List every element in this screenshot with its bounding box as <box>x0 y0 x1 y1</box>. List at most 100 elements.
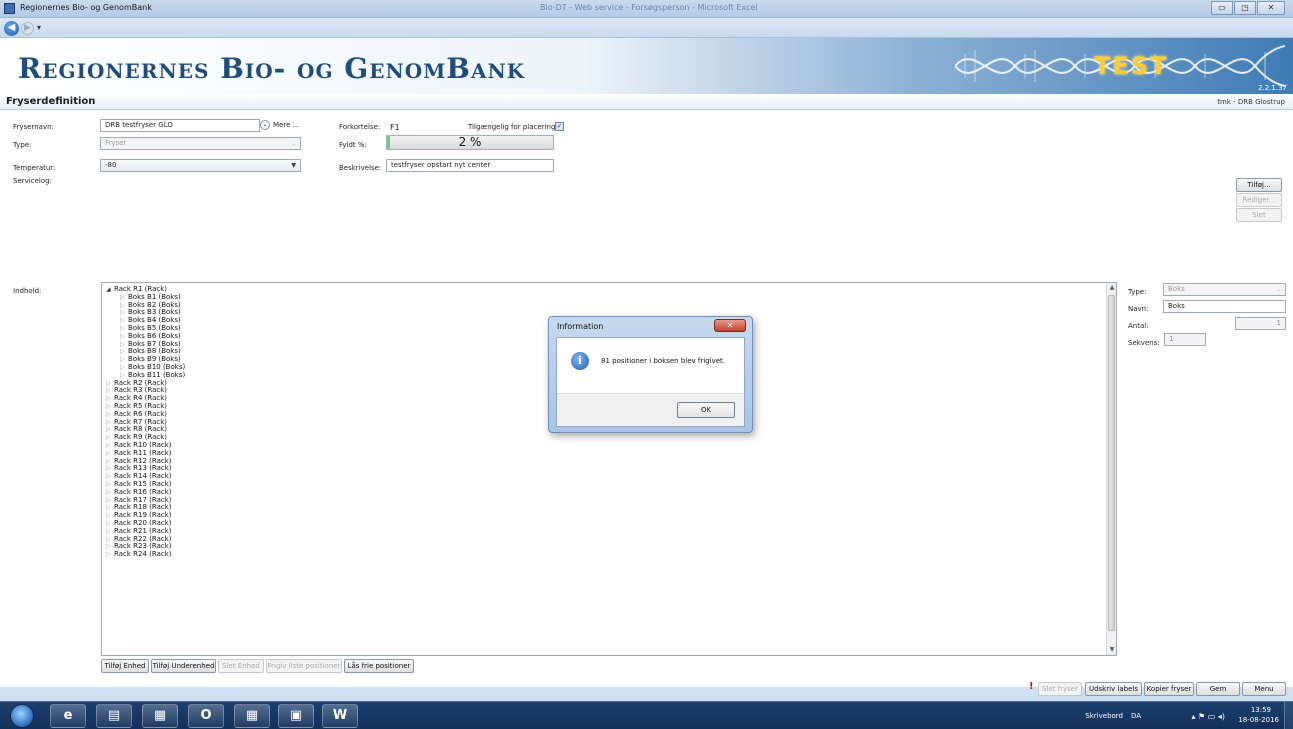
tree-item-rack[interactable]: ▷ Rack R6 (Rack) <box>106 410 167 418</box>
app-window-icon[interactable]: ▦ <box>234 704 270 728</box>
servicelog-add-button[interactable]: Tilføj... <box>1236 178 1282 192</box>
tree-scrollbar[interactable]: ▲ ▼ <box>1106 283 1116 655</box>
tree-item-rack[interactable]: ▷ Rack R5 (Rack) <box>106 402 167 410</box>
tree-item-rack[interactable]: ▷ Rack R9 (Rack) <box>106 433 167 441</box>
tree-item-rack[interactable]: ▷ Rack R24 (Rack) <box>106 550 172 558</box>
file-explorer-icon[interactable]: ▤ <box>96 704 132 728</box>
frysernavn-field[interactable]: DRB testfryser GLO <box>100 119 260 132</box>
type-select[interactable]: Fryser ⌄ <box>100 137 301 150</box>
tree-item-label: Boks B4 (Boks) <box>128 316 181 325</box>
tree-item-label: Rack R13 (Rack) <box>114 464 172 473</box>
forkortelse-value: F1 <box>390 123 400 132</box>
add-unit-button[interactable]: Tilføj Enhed <box>101 659 149 673</box>
tree-item-rack[interactable]: ▷ Rack R3 (Rack) <box>106 386 167 394</box>
tree-item-box[interactable]: ▷ Boks B10 (Boks) <box>120 363 185 371</box>
show-desktop-button[interactable] <box>1284 702 1293 729</box>
tree-item-rack[interactable]: ▷ Rack R11 (Rack) <box>106 449 172 457</box>
close-window-button[interactable]: ✕ <box>1257 1 1285 15</box>
tree-item-rack[interactable]: ▷ Rack R18 (Rack) <box>106 503 172 511</box>
tree-item-rack[interactable]: ▷ Rack R2 (Rack) <box>106 379 167 387</box>
tree-item-box[interactable]: ▷ Boks B6 (Boks) <box>120 332 181 340</box>
detail-navn-field[interactable]: Boks <box>1163 300 1286 313</box>
tree-item-rack[interactable]: ▷ Rack R16 (Rack) <box>106 488 172 496</box>
menu-button[interactable]: Menu <box>1242 682 1286 696</box>
clock-date[interactable]: 18-08-2016 <box>1238 716 1279 724</box>
delete-freezer-button[interactable]: Slet fryser <box>1038 682 1082 696</box>
tree-item-label: Rack R4 (Rack) <box>114 394 168 403</box>
clock-time[interactable]: 13:59 <box>1251 706 1271 714</box>
tree-item-box[interactable]: ▷ Boks B3 (Boks) <box>120 308 181 316</box>
ok-button[interactable]: OK <box>677 402 735 418</box>
tree-item-rack[interactable]: ▷ Rack R15 (Rack) <box>106 480 172 488</box>
copy-freezer-button[interactable]: Kopier fryser <box>1144 682 1194 696</box>
tree-item-box[interactable]: ▷ Boks B8 (Boks) <box>120 347 181 355</box>
internet-explorer-icon[interactable]: e <box>50 704 86 728</box>
tree-item-label: Boks B9 (Boks) <box>128 355 181 364</box>
user-label: tmk - DRB Glostrup <box>1217 98 1285 106</box>
dialog-close-button[interactable]: ✕ <box>714 319 746 332</box>
tree-item-rack[interactable]: ▷ Rack R13 (Rack) <box>106 464 172 472</box>
beskrivelse-field[interactable]: testfryser opstart nyt center <box>386 159 554 172</box>
servicelog-delete-button[interactable]: Slet <box>1236 208 1282 222</box>
forkortelse-label: Forkortelse: <box>339 123 381 131</box>
detail-sekvens-field[interactable]: 1 <box>1164 333 1206 346</box>
tree-item-rack[interactable]: ▷ Rack R14 (Rack) <box>106 472 172 480</box>
tree-item-rack[interactable]: ▷ Rack R23 (Rack) <box>106 542 172 550</box>
start-button-icon[interactable] <box>10 704 34 728</box>
tree-item-rack[interactable]: ▷ Rack R22 (Rack) <box>106 535 172 543</box>
app-window-icon[interactable]: ▦ <box>142 704 178 728</box>
forward-arrow-icon[interactable]: ▶ <box>21 22 34 35</box>
tree-item-label: Rack R11 (Rack) <box>114 448 172 457</box>
lock-free-positions-button[interactable]: Lås frie positioner <box>344 659 414 673</box>
tree-item-box[interactable]: ▷ Boks B7 (Boks) <box>120 340 181 348</box>
expanded-arrow-icon[interactable]: ◢ <box>106 286 114 293</box>
tree-item-box[interactable]: ▷ Boks B11 (Boks) <box>120 371 185 379</box>
desktop-toolbar[interactable]: Skrivebord <box>1085 712 1123 720</box>
word-icon[interactable]: W <box>322 704 358 728</box>
servicelog-edit-button[interactable]: Rediger... <box>1236 193 1282 207</box>
tilgaengelig-checkbox[interactable]: ✓ <box>555 122 564 131</box>
detail-antal-field[interactable]: 1 <box>1235 317 1286 330</box>
tree-item-rack[interactable]: ▷ Rack R20 (Rack) <box>106 519 172 527</box>
tree-item-box[interactable]: ▷ Boks B5 (Boks) <box>120 324 181 332</box>
tree-item-label: Rack R23 (Rack) <box>114 542 172 551</box>
app-window-icon[interactable]: ▣ <box>278 704 314 728</box>
scroll-down-icon[interactable]: ▼ <box>1107 645 1116 655</box>
scroll-thumb[interactable] <box>1108 295 1115 631</box>
tree-item-rack[interactable]: ▷ Rack R19 (Rack) <box>106 511 172 519</box>
tree-item-box[interactable]: ▷ Boks B4 (Boks) <box>120 316 181 324</box>
window-title: Regionernes Bio- og GenomBank <box>20 3 152 12</box>
tree-item-rack[interactable]: ▷ Rack R21 (Rack) <box>106 527 172 535</box>
free-positions-button[interactable]: Frigiv Ilste positioner <box>266 659 342 673</box>
tree-item-rack[interactable]: ▷ Rack R10 (Rack) <box>106 441 172 449</box>
tray-icons[interactable]: ▴ ⚑ ▭ ◂) <box>1191 712 1225 721</box>
history-dropdown-icon[interactable]: ▾ <box>37 23 41 32</box>
tree-item-rack[interactable]: ▷ Rack R12 (Rack) <box>106 457 172 465</box>
temperatur-select[interactable]: -80 ▼ <box>100 159 301 172</box>
minimize-button[interactable]: ▭ <box>1211 1 1233 15</box>
tree-item-box[interactable]: ▷ Boks B9 (Boks) <box>120 355 181 363</box>
tree-item-box[interactable]: ▷ Boks B1 (Boks) <box>120 293 181 301</box>
detail-navn-label: Navn: <box>1128 305 1149 313</box>
language-indicator[interactable]: DA <box>1131 712 1141 720</box>
tree-item-rack[interactable]: ▷ Rack R17 (Rack) <box>106 496 172 504</box>
save-button[interactable]: Gem <box>1196 682 1240 696</box>
print-labels-button[interactable]: Udskriv labels <box>1085 682 1142 696</box>
add-subunit-button[interactable]: Tilføj Underenhed <box>151 659 216 673</box>
tree-item-rack[interactable]: ◢ Rack R1 (Rack) <box>106 285 167 293</box>
tree-item-box[interactable]: ▷ Boks B2 (Boks) <box>120 301 181 309</box>
detail-type-select[interactable]: Boks ⌄ <box>1163 283 1286 296</box>
back-arrow-icon[interactable]: ◀ <box>4 21 19 36</box>
tree-item-label: Boks B11 (Boks) <box>128 370 186 379</box>
type-label: Type: <box>13 141 32 149</box>
maximize-button[interactable]: ◳ <box>1234 1 1256 15</box>
scroll-up-icon[interactable]: ▲ <box>1107 283 1116 293</box>
tilgaengelig-label: Tilgængelig for placering: <box>468 123 558 131</box>
delete-unit-button[interactable]: Slet Enhed <box>218 659 264 673</box>
tree-item-rack[interactable]: ▷ Rack R8 (Rack) <box>106 425 167 433</box>
outlook-icon[interactable]: O <box>188 704 224 728</box>
mere-button[interactable]: ⌄ Mere ... <box>260 120 299 130</box>
collapsed-arrow-icon[interactable]: ▷ <box>106 551 114 558</box>
tree-item-rack[interactable]: ▷ Rack R7 (Rack) <box>106 418 167 426</box>
tree-item-rack[interactable]: ▷ Rack R4 (Rack) <box>106 394 167 402</box>
